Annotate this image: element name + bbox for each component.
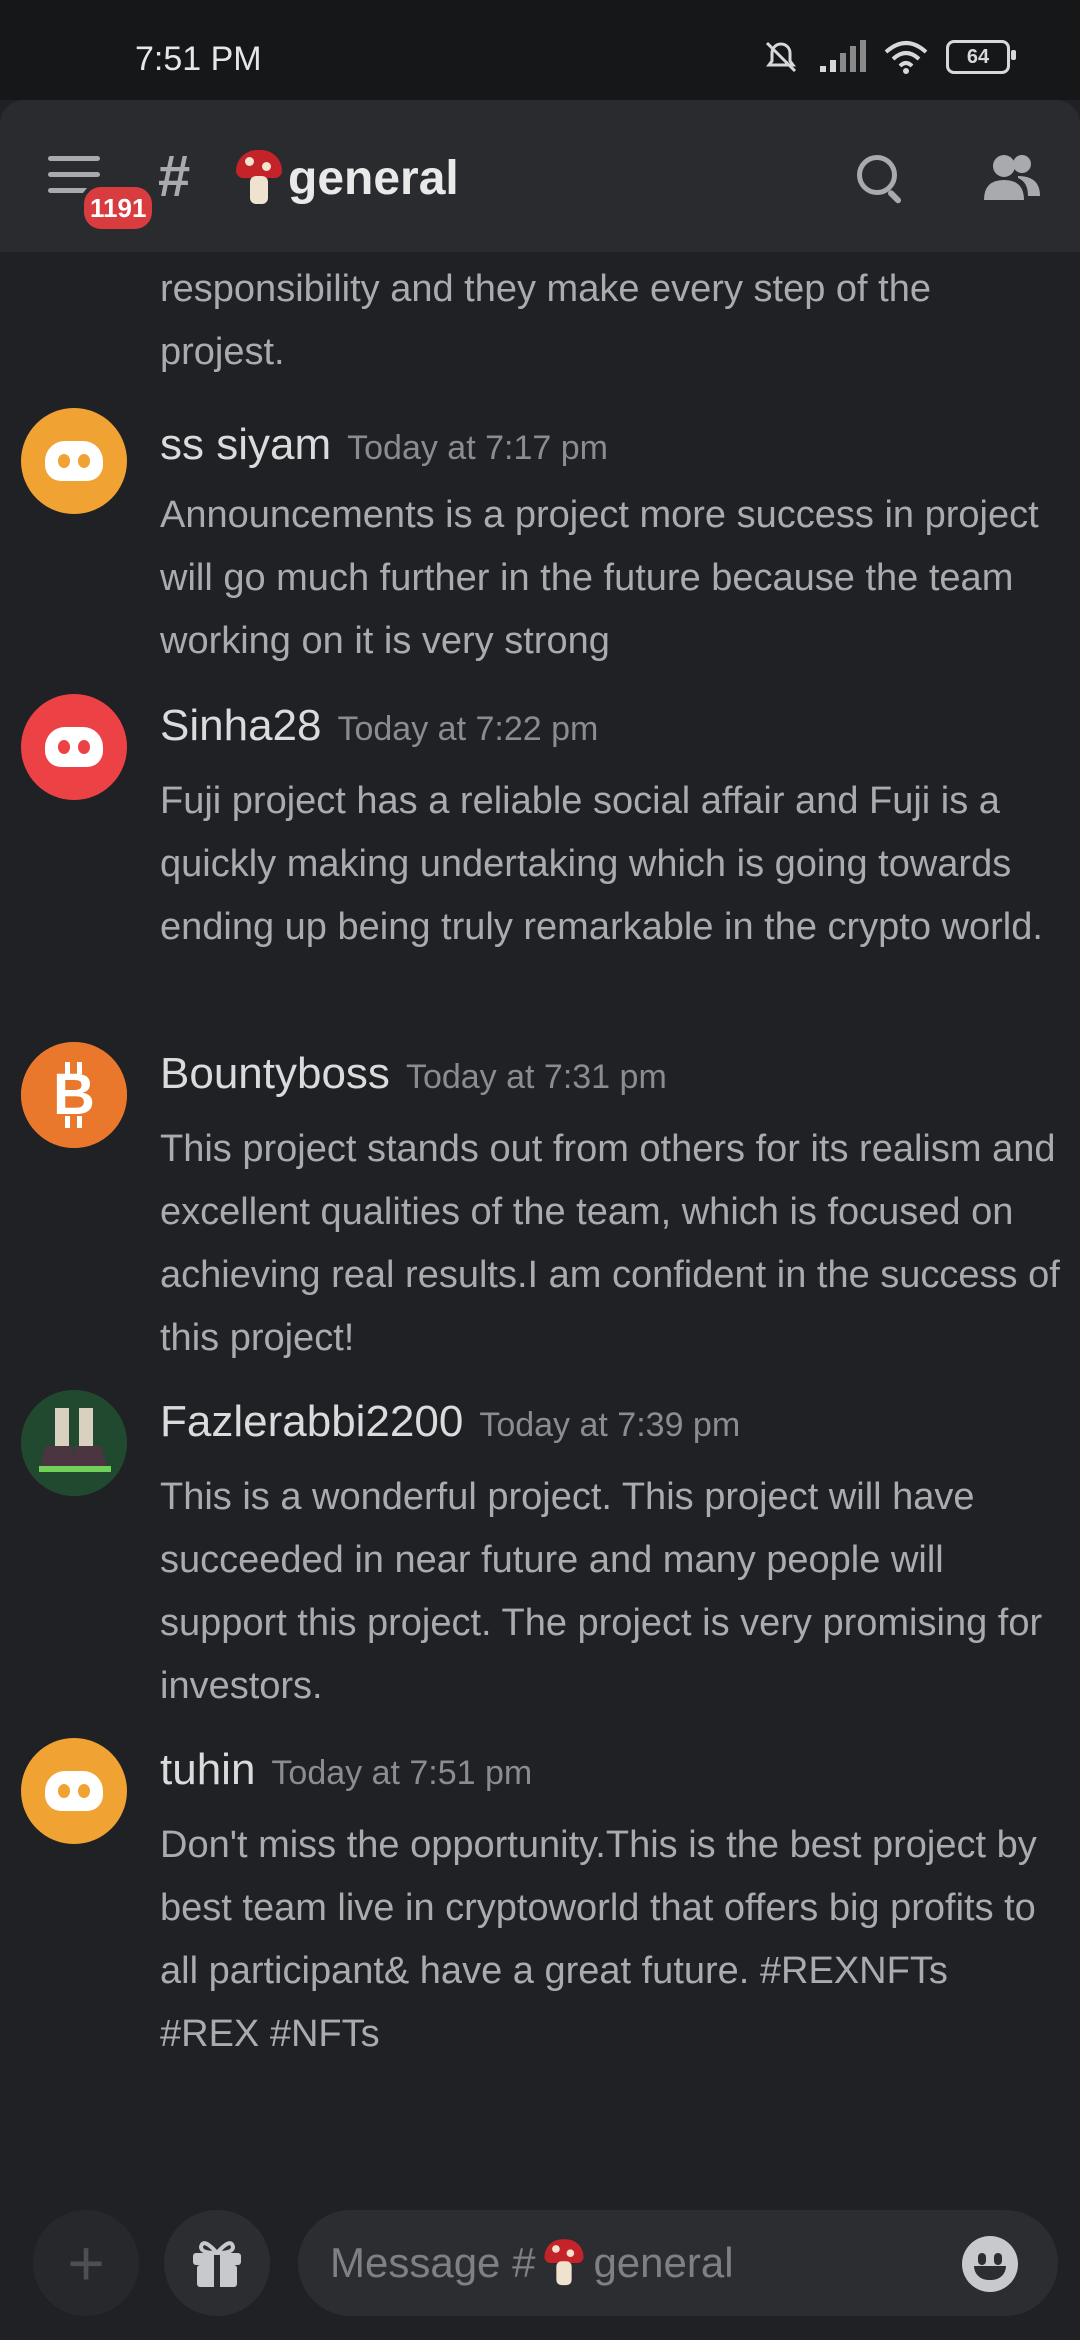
silent-bell-icon [765, 41, 797, 73]
nft-sneakers-avatar-icon [21, 1390, 127, 1496]
members-icon[interactable] [982, 152, 1042, 202]
status-icons: 64 [762, 38, 1016, 76]
message-text: Fuji project has a reliable social affai… [160, 780, 1043, 948]
discord-logo-icon [45, 727, 103, 767]
username[interactable]: tuhin Today at 7:51 pm [160, 1745, 532, 1795]
timestamp: Today at 7:22 pm [337, 710, 599, 748]
timestamp: Today at 7:17 pm [347, 429, 608, 467]
channel-name: general [288, 151, 459, 205]
status-time: 7:51 PM [135, 40, 262, 78]
username-text: tuhin [160, 1745, 256, 1794]
username-text: Bountyboss [160, 1049, 390, 1098]
discord-logo-icon [45, 1771, 103, 1811]
timestamp: Today at 7:51 pm [271, 1754, 533, 1792]
status-bar: 7:51 PM 64 [0, 0, 1080, 100]
timestamp: Today at 7:39 pm [479, 1406, 741, 1444]
timestamp: Today at 7:31 pm [405, 1058, 667, 1096]
svg-text:B: B [53, 1062, 95, 1127]
channel-hash-icon: # [158, 144, 191, 209]
battery-level: 64 [966, 45, 990, 68]
placeholder-prefix: Message # [330, 2239, 536, 2286]
username-text: Fazlerabbi2200 [160, 1397, 464, 1446]
message-text: Announcements is a project more success … [160, 494, 1039, 662]
message-input-placeholder: Message # general [330, 2235, 734, 2291]
avatar[interactable] [21, 1390, 127, 1496]
signal-icon [820, 40, 866, 72]
avatar[interactable] [21, 408, 127, 514]
emoji-icon[interactable] [962, 2236, 1018, 2292]
channel-title[interactable]: general [236, 150, 459, 206]
plus-icon[interactable]: + [33, 2210, 139, 2316]
avatar[interactable] [21, 694, 127, 800]
message-text: This project stands out from others for … [160, 1128, 1060, 1359]
username-text: Sinha28 [160, 701, 322, 750]
username[interactable]: ss siyam Today at 7:17 pm [160, 420, 608, 470]
battery-indicator: 64 [946, 40, 1016, 74]
avatar[interactable]: B [21, 1042, 127, 1148]
placeholder-channel: general [593, 2239, 734, 2286]
username[interactable]: Bountyboss Today at 7:31 pm [160, 1049, 667, 1099]
search-icon[interactable] [857, 155, 897, 195]
message-text: This is a wonderful project. This projec… [160, 1476, 1043, 1707]
username-text: ss siyam [160, 420, 332, 469]
avatar[interactable] [21, 1738, 127, 1844]
bitcoin-logo-icon: B [21, 1042, 127, 1148]
discord-logo-icon [45, 441, 103, 481]
mushroom-emoji-icon [236, 150, 282, 206]
username[interactable]: Sinha28 Today at 7:22 pm [160, 701, 598, 751]
username[interactable]: Fazlerabbi2200 Today at 7:39 pm [160, 1397, 740, 1447]
mushroom-emoji-icon [544, 2239, 585, 2287]
continued-message-text: responsibility and they make every step … [160, 268, 931, 373]
unread-badge: 1191 [80, 183, 157, 233]
message-text: Don't miss the opportunity.This is the b… [160, 1824, 1037, 2055]
message-input[interactable]: Message # general [298, 2210, 1058, 2316]
wifi-icon [884, 41, 928, 74]
gift-icon[interactable] [164, 2210, 270, 2316]
